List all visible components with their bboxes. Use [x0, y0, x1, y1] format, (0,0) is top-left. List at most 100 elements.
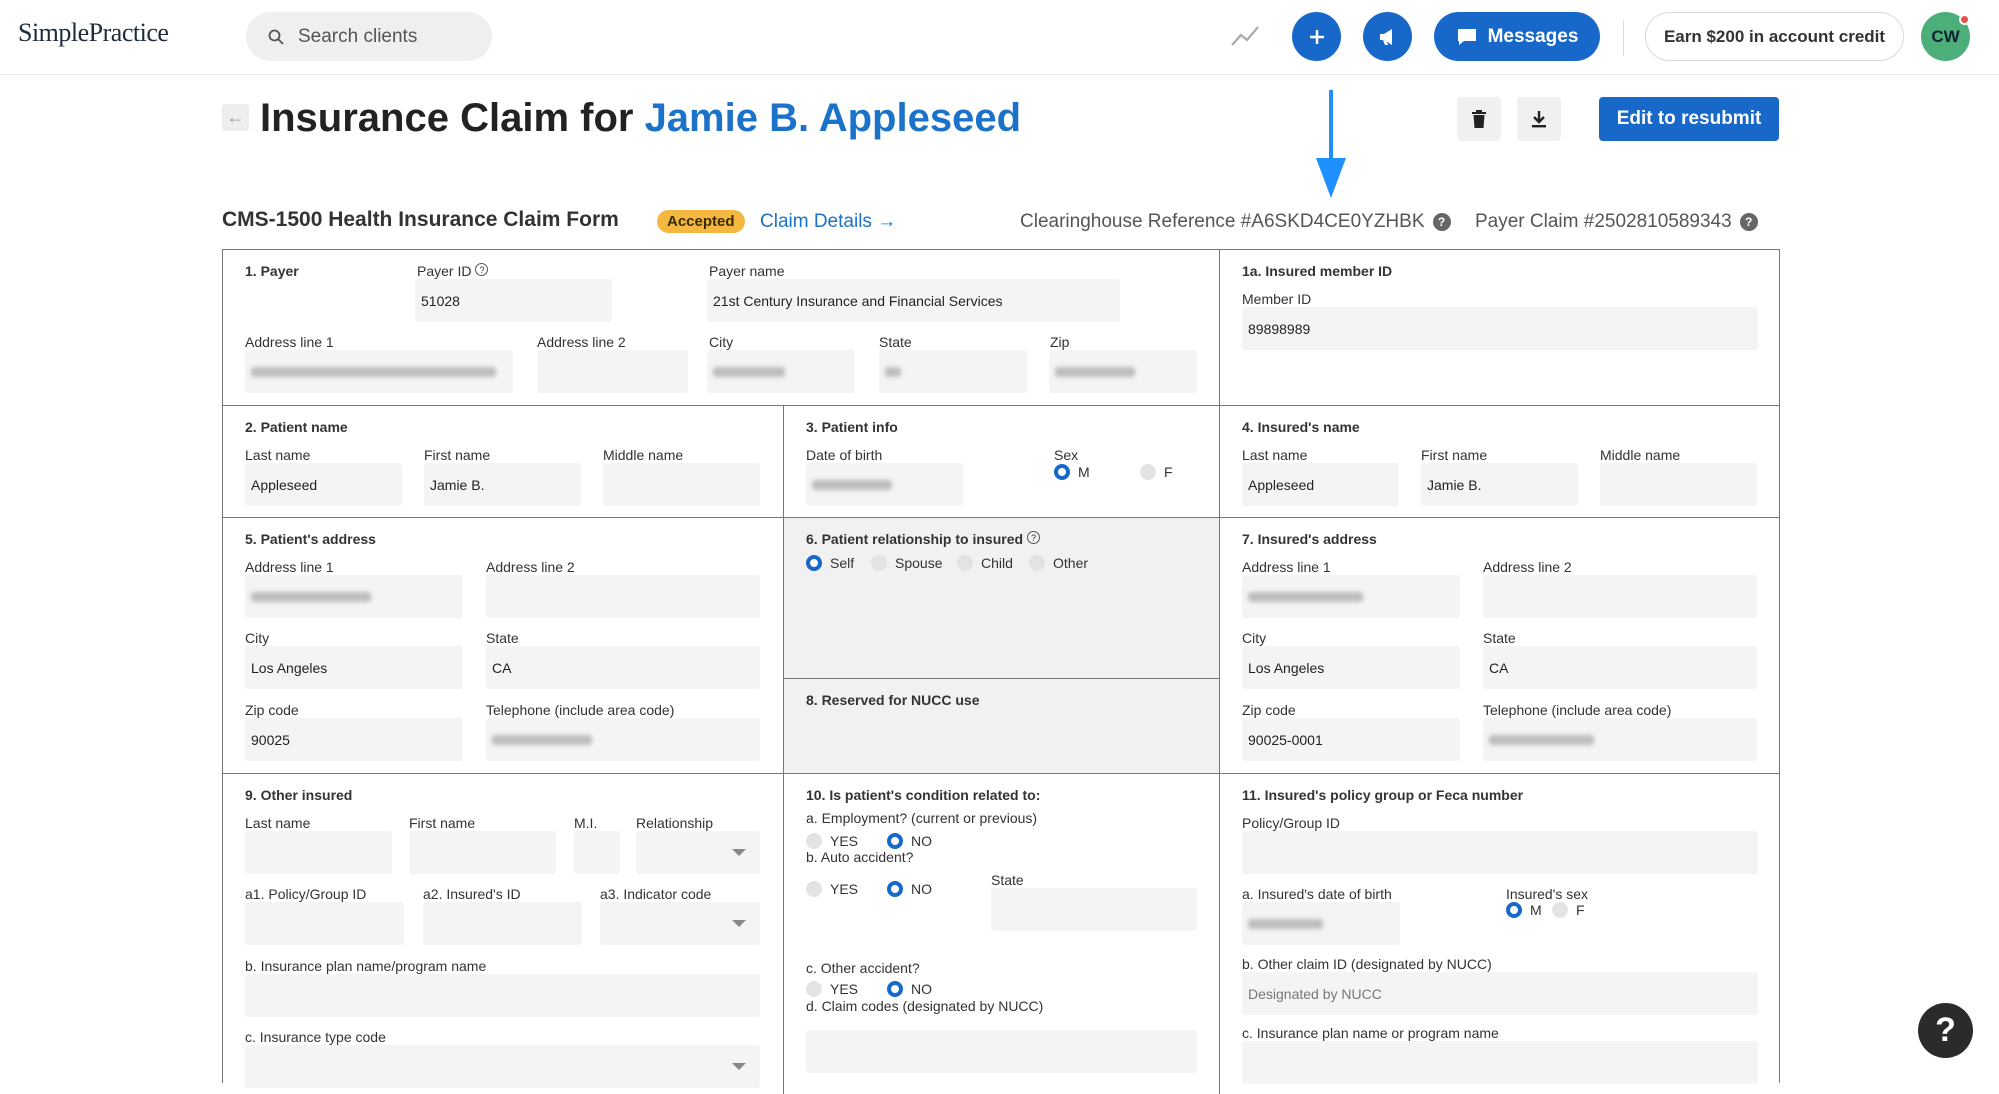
- last-name-field[interactable]: Appleseed: [1242, 463, 1399, 506]
- insured-sex-m-radio[interactable]: M: [1506, 902, 1542, 918]
- radio-unselected: [1552, 902, 1568, 918]
- last-name-field[interactable]: [245, 831, 392, 874]
- trash-icon: [1472, 110, 1486, 128]
- address1-label: Address line 1: [245, 559, 334, 575]
- messages-button[interactable]: Messages: [1434, 12, 1600, 61]
- insured-id-field[interactable]: [423, 902, 582, 945]
- announcements-button[interactable]: [1363, 12, 1412, 61]
- redacted-value: [251, 366, 496, 377]
- download-button[interactable]: [1517, 97, 1561, 141]
- last-name-field[interactable]: Appleseed: [245, 463, 402, 506]
- chevron-down-icon: [732, 920, 746, 927]
- insured-sex-f-radio[interactable]: F: [1552, 902, 1585, 918]
- relationship-self-radio[interactable]: Self: [806, 555, 854, 571]
- relationship-select[interactable]: [636, 831, 760, 874]
- info-icon[interactable]: ?: [475, 263, 489, 276]
- first-name-field[interactable]: Jamie B.: [1421, 463, 1578, 506]
- other-claim-id-field[interactable]: Designated by NUCC: [1242, 972, 1758, 1015]
- sex-m-radio[interactable]: M: [1054, 464, 1090, 480]
- relationship-other-radio[interactable]: Other: [1029, 555, 1088, 571]
- section-title: 10. Is patient's condition related to:: [806, 787, 1041, 803]
- zip-field[interactable]: 90025-0001: [1242, 718, 1460, 761]
- middle-name-label: Middle name: [603, 447, 684, 463]
- search-input[interactable]: Search clients: [246, 12, 492, 61]
- middle-name-field[interactable]: [1600, 463, 1757, 506]
- address2-field[interactable]: [537, 350, 688, 393]
- policy-id-field[interactable]: [245, 902, 404, 945]
- mi-field[interactable]: [574, 831, 620, 874]
- relationship-child-radio[interactable]: Child: [957, 555, 1013, 571]
- address1-field[interactable]: [1242, 575, 1460, 618]
- earn-credit-button[interactable]: Earn $200 in account credit: [1645, 12, 1904, 61]
- address1-field[interactable]: [245, 575, 463, 618]
- auto-no-radio[interactable]: NO: [887, 881, 932, 897]
- insured-dob-label: a. Insured's date of birth: [1242, 886, 1392, 902]
- plus-icon: [1309, 29, 1324, 44]
- redacted-value: [885, 366, 901, 377]
- chevron-down-icon: [732, 849, 746, 856]
- radio-label: Other: [1053, 555, 1089, 571]
- state-field[interactable]: CA: [1483, 646, 1757, 689]
- payer-id-field[interactable]: 51028: [415, 279, 612, 322]
- city-field[interactable]: Los Angeles: [245, 646, 463, 689]
- client-name-link[interactable]: Jamie B. Appleseed: [645, 96, 1021, 140]
- zip-label: Zip code: [245, 702, 299, 718]
- indicator-code-select[interactable]: [600, 902, 760, 945]
- first-name-field[interactable]: Jamie B.: [424, 463, 581, 506]
- sex-f-radio[interactable]: F: [1140, 464, 1173, 480]
- state-field[interactable]: CA: [486, 646, 760, 689]
- logo[interactable]: SimplePractice: [18, 18, 169, 48]
- dob-field[interactable]: [806, 463, 963, 506]
- state-field[interactable]: [991, 888, 1197, 931]
- other-yes-radio[interactable]: YES: [806, 981, 858, 997]
- section-patient-info: 3. Patient info Date of birth Sex M F: [784, 406, 1220, 518]
- address1-field[interactable]: [245, 350, 513, 393]
- auto-yes-radio[interactable]: YES: [806, 881, 858, 897]
- section-other-insured: 9. Other insured Last name First name M.…: [223, 774, 784, 1094]
- city-field[interactable]: [707, 350, 855, 393]
- back-button[interactable]: ←: [222, 104, 249, 131]
- middle-name-field[interactable]: [603, 463, 760, 506]
- add-button[interactable]: [1292, 12, 1341, 61]
- city-label: City: [245, 630, 270, 646]
- help-circle-icon[interactable]: ?: [1432, 212, 1451, 231]
- info-icon[interactable]: ?: [1027, 531, 1041, 544]
- trend-chart-icon[interactable]: [1230, 23, 1260, 49]
- address2-field[interactable]: [486, 575, 760, 618]
- insurance-type-select[interactable]: [245, 1045, 760, 1088]
- plan-name-field[interactable]: [245, 974, 760, 1017]
- phone-field[interactable]: [1483, 718, 1757, 761]
- claim-codes-field[interactable]: [806, 1030, 1197, 1073]
- help-button[interactable]: ?: [1918, 1003, 1973, 1058]
- chat-icon: [1457, 28, 1476, 45]
- avatar[interactable]: CW: [1921, 12, 1970, 61]
- claim-details-link[interactable]: Claim Details →: [760, 211, 896, 233]
- relationship-spouse-radio[interactable]: Spouse: [871, 555, 942, 571]
- claim-form: 1. Payer Payer ID? 51028 Payer name 21st…: [222, 249, 1780, 1094]
- zip-field[interactable]: [1049, 350, 1197, 393]
- insured-dob-field[interactable]: [1242, 902, 1400, 945]
- phone-field[interactable]: [486, 718, 760, 761]
- delete-button[interactable]: [1457, 97, 1501, 141]
- dob-label: Date of birth: [806, 447, 883, 463]
- member-id-field[interactable]: 89898989: [1242, 307, 1758, 350]
- zip-field[interactable]: 90025: [245, 718, 463, 761]
- edit-to-resubmit-button[interactable]: Edit to resubmit: [1599, 97, 1779, 141]
- policy-group-field[interactable]: [1242, 831, 1758, 874]
- help-circle-icon[interactable]: ?: [1739, 212, 1758, 231]
- state-field[interactable]: [879, 350, 1027, 393]
- address2-label: Address line 2: [486, 559, 575, 575]
- form-title: CMS-1500 Health Insurance Claim Form: [222, 208, 619, 231]
- other-no-radio[interactable]: NO: [887, 981, 932, 997]
- payer-name-field[interactable]: 21st Century Insurance and Financial Ser…: [707, 279, 1120, 322]
- divider: [1623, 20, 1624, 56]
- employment-no-radio[interactable]: NO: [887, 833, 932, 849]
- section-payer: 1. Payer Payer ID? 51028 Payer name 21st…: [223, 250, 1220, 406]
- insurance-plan-field[interactable]: [1242, 1041, 1758, 1084]
- city-field[interactable]: Los Angeles: [1242, 646, 1460, 689]
- last-name-label: Last name: [245, 447, 311, 463]
- employment-yes-radio[interactable]: YES: [806, 833, 858, 849]
- first-name-field[interactable]: [409, 831, 556, 874]
- address2-field[interactable]: [1483, 575, 1757, 618]
- insurance-type-label: c. Insurance type code: [245, 1029, 386, 1045]
